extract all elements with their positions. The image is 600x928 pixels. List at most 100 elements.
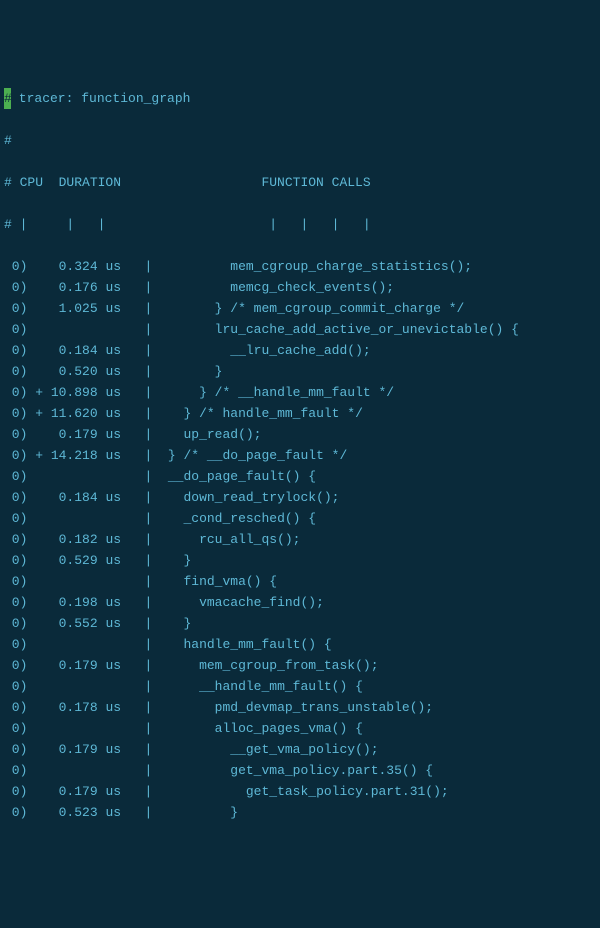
- trace-row: 0) + 10.898 us | } /* __handle_mm_fault …: [0, 382, 600, 403]
- flag-col: [35, 364, 43, 379]
- function-call: __get_vma_policy();: [168, 742, 379, 757]
- cpu-col: 0): [4, 595, 27, 610]
- duration-col: 0.178 us: [43, 700, 121, 715]
- cursor: #: [4, 88, 11, 109]
- cpu-col: 0): [4, 553, 27, 568]
- separator: |: [121, 763, 168, 778]
- function-call: alloc_pages_vma() {: [168, 721, 363, 736]
- flag-col: [35, 301, 43, 316]
- trace-row: 0) | get_vma_policy.part.35() {: [0, 760, 600, 781]
- flag-col: [35, 427, 43, 442]
- trace-row: 0) 0.178 us | pmd_devmap_trans_unstable(…: [0, 697, 600, 718]
- function-call: } /* __handle_mm_fault */: [168, 385, 394, 400]
- cpu-col: 0): [4, 385, 27, 400]
- duration-col: 0.184 us: [43, 490, 121, 505]
- flag-col: [35, 574, 43, 589]
- cpu-col: 0): [4, 784, 27, 799]
- cpu-col: 0): [4, 448, 27, 463]
- duration-col: [43, 511, 121, 526]
- trace-row: 0) | handle_mm_fault() {: [0, 634, 600, 655]
- function-call: get_task_policy.part.31();: [168, 784, 449, 799]
- duration-col: 0.179 us: [43, 658, 121, 673]
- function-call: get_vma_policy.part.35() {: [168, 763, 433, 778]
- cpu-col: 0): [4, 700, 27, 715]
- flag-col: [35, 616, 43, 631]
- function-call: mem_cgroup_from_task();: [168, 658, 379, 673]
- flag-col: +: [35, 406, 43, 421]
- separator: |: [121, 511, 168, 526]
- flag-col: [35, 469, 43, 484]
- trace-row: 0) 0.552 us | }: [0, 613, 600, 634]
- separator: |: [121, 469, 168, 484]
- duration-col: 11.620 us: [43, 406, 121, 421]
- cpu-col: 0): [4, 721, 27, 736]
- trace-row: 0) | lru_cache_add_active_or_unevictable…: [0, 319, 600, 340]
- function-call: }: [168, 616, 191, 631]
- trace-row: 0) 0.324 us | mem_cgroup_charge_statisti…: [0, 256, 600, 277]
- flag-col: [35, 784, 43, 799]
- separator: |: [121, 742, 168, 757]
- function-call: handle_mm_fault() {: [168, 637, 332, 652]
- flag-col: [35, 763, 43, 778]
- flag-col: [35, 805, 43, 820]
- duration-col: 0.552 us: [43, 616, 121, 631]
- flag-col: [35, 343, 43, 358]
- duration-col: 0.184 us: [43, 343, 121, 358]
- separator: |: [121, 574, 168, 589]
- trace-row: 0) 0.198 us | vmacache_find();: [0, 592, 600, 613]
- flag-col: [35, 280, 43, 295]
- trace-row: 0) 0.529 us | }: [0, 550, 600, 571]
- trace-body: 0) 0.324 us | mem_cgroup_charge_statisti…: [0, 256, 600, 823]
- header-ruler: # | | | | | | |: [0, 214, 600, 235]
- function-call: _cond_resched() {: [168, 511, 316, 526]
- cpu-col: 0): [4, 343, 27, 358]
- duration-col: 0.324 us: [43, 259, 121, 274]
- separator: |: [121, 721, 168, 736]
- cpu-col: 0): [4, 364, 27, 379]
- cpu-col: 0): [4, 679, 27, 694]
- function-call: } /* __do_page_fault */: [168, 448, 347, 463]
- tracer-title: tracer: function_graph: [11, 91, 190, 106]
- separator: |: [121, 427, 168, 442]
- duration-col: 0.179 us: [43, 784, 121, 799]
- cpu-col: 0): [4, 406, 27, 421]
- cpu-col: 0): [4, 742, 27, 757]
- function-call: rcu_all_qs();: [168, 532, 301, 547]
- duration-col: 0.523 us: [43, 805, 121, 820]
- separator: |: [121, 490, 168, 505]
- separator: |: [121, 448, 168, 463]
- duration-col: [43, 469, 121, 484]
- function-call: }: [168, 364, 223, 379]
- flag-col: +: [35, 448, 43, 463]
- function-call: up_read();: [168, 427, 262, 442]
- cpu-col: 0): [4, 805, 27, 820]
- cpu-col: 0): [4, 301, 27, 316]
- duration-col: 0.179 us: [43, 742, 121, 757]
- flag-col: [35, 532, 43, 547]
- trace-row: 0) 0.523 us | }: [0, 802, 600, 823]
- trace-row: 0) 0.184 us | down_read_trylock();: [0, 487, 600, 508]
- function-call: mem_cgroup_charge_statistics();: [168, 259, 472, 274]
- separator: |: [121, 259, 168, 274]
- cpu-col: 0): [4, 616, 27, 631]
- trace-row: 0) | find_vma() {: [0, 571, 600, 592]
- function-call: __do_page_fault() {: [168, 469, 316, 484]
- duration-col: 0.182 us: [43, 532, 121, 547]
- duration-col: 0.529 us: [43, 553, 121, 568]
- duration-col: 14.218 us: [43, 448, 121, 463]
- function-call: lru_cache_add_active_or_unevictable() {: [168, 322, 519, 337]
- trace-row: 0) 0.179 us | mem_cgroup_from_task();: [0, 655, 600, 676]
- separator: |: [121, 553, 168, 568]
- cpu-col: 0): [4, 763, 27, 778]
- duration-col: 0.198 us: [43, 595, 121, 610]
- function-call: down_read_trylock();: [168, 490, 340, 505]
- duration-col: 0.520 us: [43, 364, 121, 379]
- function-call: pmd_devmap_trans_unstable();: [168, 700, 433, 715]
- separator: |: [121, 406, 168, 421]
- trace-row: 0) 1.025 us | } /* mem_cgroup_commit_cha…: [0, 298, 600, 319]
- separator: |: [121, 595, 168, 610]
- trace-row: 0) 0.176 us | memcg_check_events();: [0, 277, 600, 298]
- duration-col: 10.898 us: [43, 385, 121, 400]
- trace-row: 0) + 14.218 us | } /* __do_page_fault */: [0, 445, 600, 466]
- trace-row: 0) 0.179 us | get_task_policy.part.31();: [0, 781, 600, 802]
